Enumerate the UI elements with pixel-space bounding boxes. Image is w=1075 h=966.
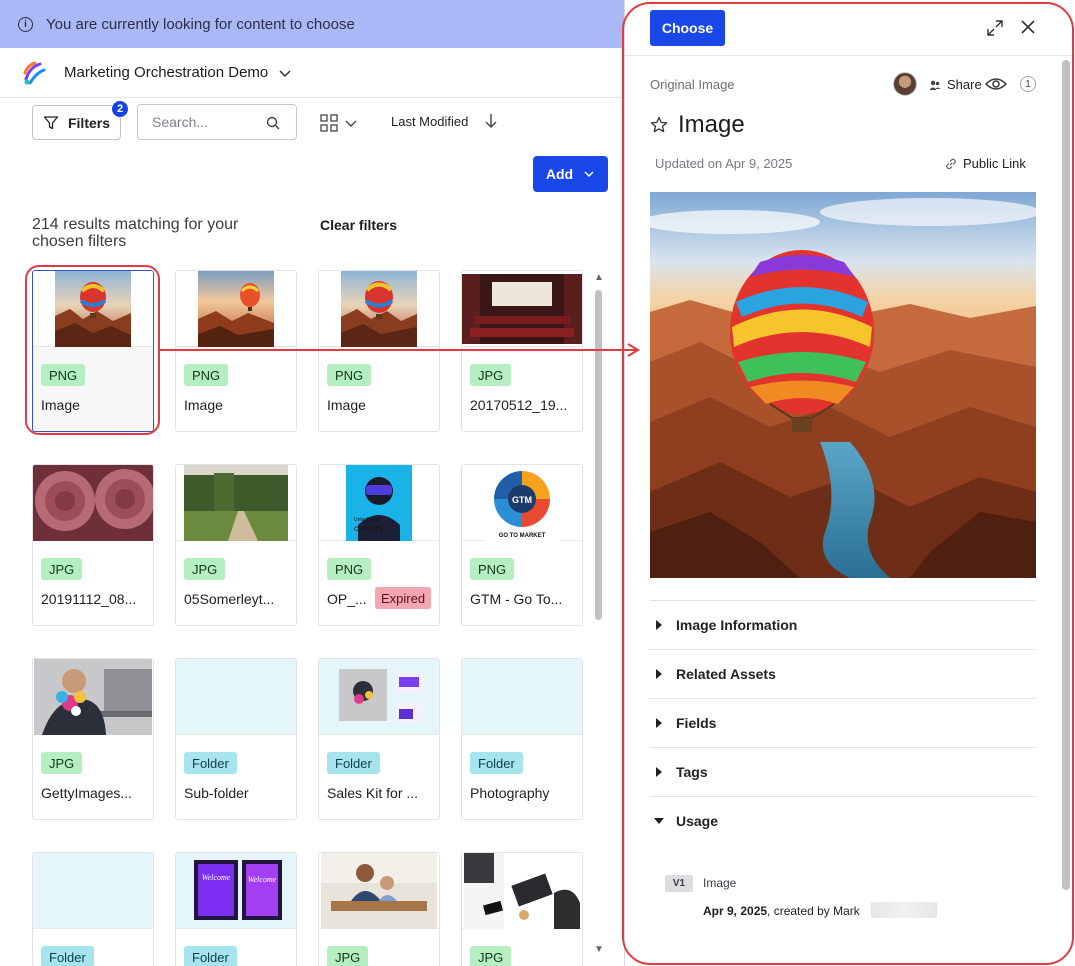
asset-title: OP_... bbox=[327, 591, 367, 607]
gtm-text: GTM bbox=[512, 495, 532, 505]
asset-thumbnail: GTM GO TO MARKET bbox=[462, 465, 582, 541]
asset-card[interactable]: GTM GO TO MARKET PNG GTM - Go To... bbox=[461, 464, 583, 626]
filters-button[interactable]: Filters bbox=[32, 105, 121, 140]
asset-title: GettyImages... bbox=[41, 785, 133, 801]
asset-thumbnail bbox=[176, 465, 296, 541]
search-box bbox=[137, 104, 297, 140]
page: i You are currently looking for content … bbox=[0, 0, 1075, 966]
asset-title: 20191112_08... bbox=[41, 591, 137, 607]
asset-title: Image bbox=[327, 397, 366, 413]
filter-icon bbox=[43, 115, 59, 129]
asset-card[interactable]: Unlock your curiosity PNG OP_... Expired bbox=[318, 464, 440, 626]
app-logo-icon bbox=[23, 61, 46, 84]
asset-thumbnail: Unlock your curiosity bbox=[319, 465, 439, 541]
asset-thumbnail bbox=[462, 853, 582, 929]
folder-thumbnail: Welcome Welcome bbox=[176, 853, 296, 929]
folder-card[interactable]: Folder Photography bbox=[461, 658, 583, 820]
svg-text:Unlock your: Unlock your bbox=[354, 517, 381, 523]
chevron-down-icon bbox=[345, 120, 357, 127]
add-button[interactable]: Add bbox=[533, 156, 608, 192]
filters-label: Filters bbox=[67, 114, 110, 131]
folder-card[interactable]: Folder Sub-folder bbox=[175, 658, 297, 820]
file-type-tag: JPG bbox=[327, 946, 369, 966]
asset-thumbnail bbox=[33, 465, 153, 541]
folder-title: Sub-folder bbox=[184, 785, 249, 801]
file-type-tag: PNG bbox=[184, 364, 229, 386]
annotation-highlight bbox=[622, 2, 1074, 965]
folder-tag: Folder bbox=[184, 752, 237, 774]
folder-thumbnail bbox=[176, 659, 296, 735]
org-switcher[interactable]: Marketing Orchestration Demo bbox=[0, 48, 624, 98]
asset-card[interactable]: JPG bbox=[318, 852, 440, 966]
sort-direction-icon[interactable] bbox=[484, 112, 498, 130]
view-toggle[interactable] bbox=[320, 114, 358, 132]
asset-thumbnail bbox=[319, 271, 439, 347]
welcome-text: Welcome bbox=[248, 875, 277, 884]
asset-title: 20170512_19... bbox=[470, 397, 568, 413]
chevron-down-icon bbox=[279, 69, 291, 77]
toolbar: Filters Last Modified bbox=[0, 98, 624, 146]
grid-view-icon bbox=[320, 114, 338, 132]
folder-tag: Folder bbox=[184, 946, 237, 966]
annotation-arrow bbox=[158, 343, 640, 357]
file-type-tag: JPG bbox=[184, 558, 226, 580]
folder-card[interactable]: Folder bbox=[32, 852, 154, 966]
folder-tag: Folder bbox=[41, 946, 94, 966]
info-icon: i bbox=[18, 16, 33, 32]
folder-card[interactable]: Folder Sales Kit for ... bbox=[318, 658, 440, 820]
asset-title: 05Somerleyt... bbox=[184, 591, 275, 607]
file-type-tag: JPG bbox=[41, 558, 83, 580]
asset-thumbnail bbox=[319, 853, 439, 929]
search-input[interactable] bbox=[152, 114, 262, 130]
filter-count-badge: 2 bbox=[111, 100, 129, 118]
asset-thumbnail bbox=[33, 659, 153, 735]
search-icon[interactable] bbox=[266, 116, 280, 130]
folder-thumbnail bbox=[462, 659, 582, 735]
asset-thumbnail bbox=[176, 271, 296, 347]
asset-thumbnail bbox=[462, 271, 582, 347]
org-name: Marketing Orchestration Demo bbox=[64, 64, 269, 81]
scroll-down-arrow[interactable]: ▼ bbox=[594, 944, 604, 955]
asset-card[interactable]: JPG bbox=[461, 852, 583, 966]
banner-text: You are currently looking for content to… bbox=[46, 15, 355, 33]
folder-tag: Folder bbox=[470, 752, 523, 774]
results-count: 214 results matching for your chosen fil… bbox=[32, 216, 239, 250]
folder-thumbnail bbox=[33, 853, 153, 929]
asset-card[interactable]: JPG 05Somerleyt... bbox=[175, 464, 297, 626]
add-label: Add bbox=[545, 166, 574, 182]
asset-card[interactable]: JPG GettyImages... bbox=[32, 658, 154, 820]
asset-title: Image bbox=[184, 397, 223, 413]
gtm-subtext: GO TO MARKET bbox=[499, 533, 546, 539]
folder-thumbnail bbox=[319, 659, 439, 735]
content-browser: i You are currently looking for content … bbox=[0, 0, 624, 966]
info-banner: i You are currently looking for content … bbox=[0, 0, 624, 48]
clear-filters-link[interactable]: Clear filters bbox=[320, 217, 397, 233]
annotation-highlight bbox=[25, 265, 160, 435]
file-type-tag: JPG bbox=[470, 946, 512, 966]
curiosity-text: curiosity bbox=[354, 524, 383, 533]
sort-dropdown[interactable]: Last Modified bbox=[391, 114, 468, 129]
folder-title: Sales Kit for ... bbox=[327, 785, 419, 801]
folder-card[interactable]: Welcome Welcome Folder bbox=[175, 852, 297, 966]
welcome-text: Welcome bbox=[202, 873, 231, 882]
file-type-tag: PNG bbox=[327, 364, 372, 386]
chevron-down-icon bbox=[584, 171, 594, 178]
file-type-tag: PNG bbox=[470, 558, 515, 580]
file-type-tag: JPG bbox=[470, 364, 512, 386]
folder-title: Photography bbox=[470, 785, 550, 801]
scroll-up-arrow[interactable]: ▲ bbox=[594, 272, 604, 283]
asset-title: GTM - Go To... bbox=[470, 591, 563, 607]
asset-card[interactable]: JPG 20191112_08... bbox=[32, 464, 154, 626]
file-type-tag: JPG bbox=[41, 752, 83, 774]
folder-tag: Folder bbox=[327, 752, 380, 774]
file-type-tag: PNG bbox=[327, 558, 372, 580]
expired-badge: Expired bbox=[375, 587, 432, 609]
